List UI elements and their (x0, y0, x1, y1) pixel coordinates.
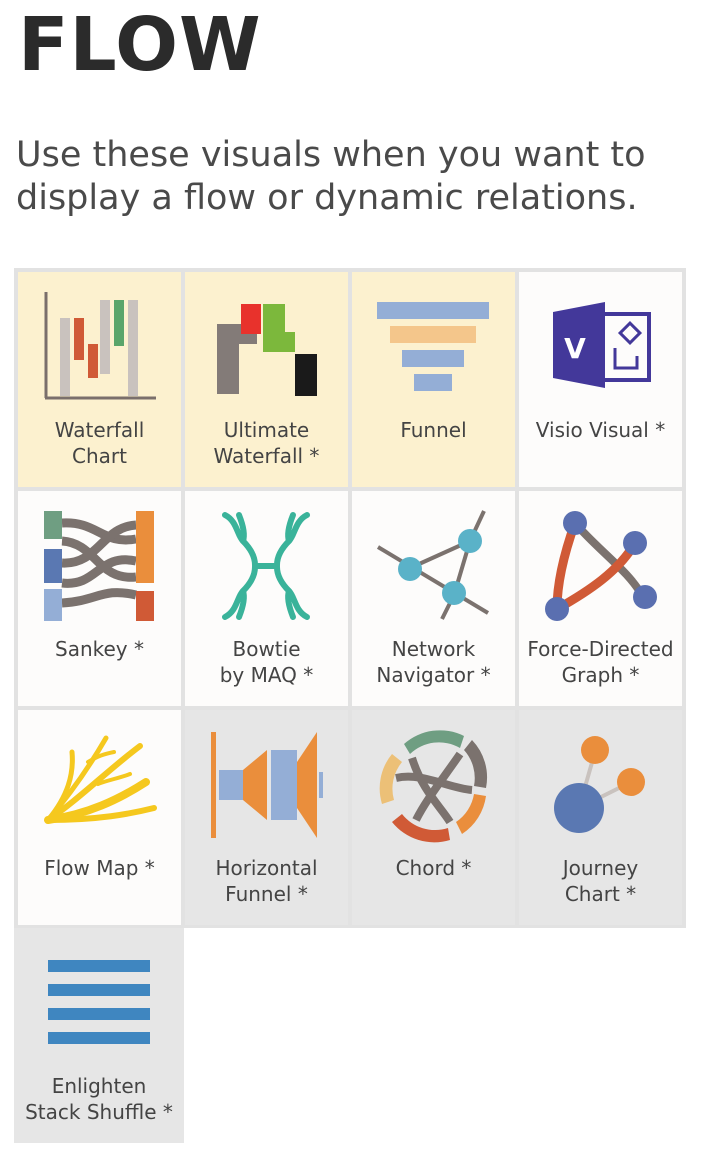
tile-sankey[interactable]: Sankey * (18, 491, 181, 706)
tile-label: Funnel (400, 418, 467, 442)
stack-shuffle-icon (48, 960, 150, 1044)
sankey-icon (44, 511, 154, 621)
tile-label: Waterfall Chart (54, 418, 145, 468)
force-directed-graph-icon (545, 511, 657, 621)
tile-chord[interactable]: Chord * (352, 710, 515, 925)
tile-journey-chart[interactable]: Journey Chart * (519, 710, 682, 925)
tile-label: Network Navigator * (376, 637, 491, 687)
tile-label: Sankey * (55, 637, 144, 661)
tile-ultimate-waterfall[interactable]: Ultimate Waterfall * (185, 272, 348, 487)
page-subtitle: Use these visuals when you want to displ… (16, 135, 646, 218)
tile-visio-visual[interactable]: V Visio Visual * (519, 272, 682, 487)
horizontal-funnel-icon (211, 732, 323, 838)
tile-force-directed-graph[interactable]: Force-Directed Graph * (519, 491, 682, 706)
tile-label: Flow Map * (44, 856, 155, 880)
journey-chart-icon (554, 736, 645, 833)
ultimate-waterfall-icon (217, 304, 317, 396)
visio-icon: V (553, 302, 651, 388)
page-title: FLOW (18, 2, 262, 88)
svg-text:V: V (564, 332, 586, 365)
tile-network-navigator[interactable]: Network Navigator * (352, 491, 515, 706)
funnel-icon (377, 302, 489, 391)
tile-label: Visio Visual * (535, 418, 666, 442)
flow-map-icon (44, 735, 157, 824)
network-navigator-icon (376, 510, 490, 620)
tile-label: Force-Directed Graph * (527, 637, 674, 687)
tile-bowtie[interactable]: Bowtie by MAQ * (185, 491, 348, 706)
bowtie-icon (222, 512, 310, 620)
tile-waterfall-chart[interactable]: Waterfall Chart (18, 272, 181, 487)
tile-enlighten-stack-shuffle[interactable]: Enlighten Stack Shuffle * (14, 928, 184, 1143)
waterfall-chart-icon (44, 292, 156, 400)
chord-icon (379, 730, 488, 843)
tile-label: Enlighten Stack Shuffle * (25, 1074, 173, 1124)
tile-label: Horizontal Funnel * (215, 856, 318, 906)
tile-label: Chord * (395, 856, 472, 880)
tile-label: Journey Chart * (562, 856, 639, 906)
tile-horizontal-funnel[interactable]: Horizontal Funnel * (185, 710, 348, 925)
tile-funnel[interactable]: Funnel (352, 272, 515, 487)
tile-flow-map[interactable]: Flow Map * (18, 710, 181, 925)
tile-label: Bowtie by MAQ * (219, 637, 314, 687)
tile-label: Ultimate Waterfall * (213, 418, 320, 468)
